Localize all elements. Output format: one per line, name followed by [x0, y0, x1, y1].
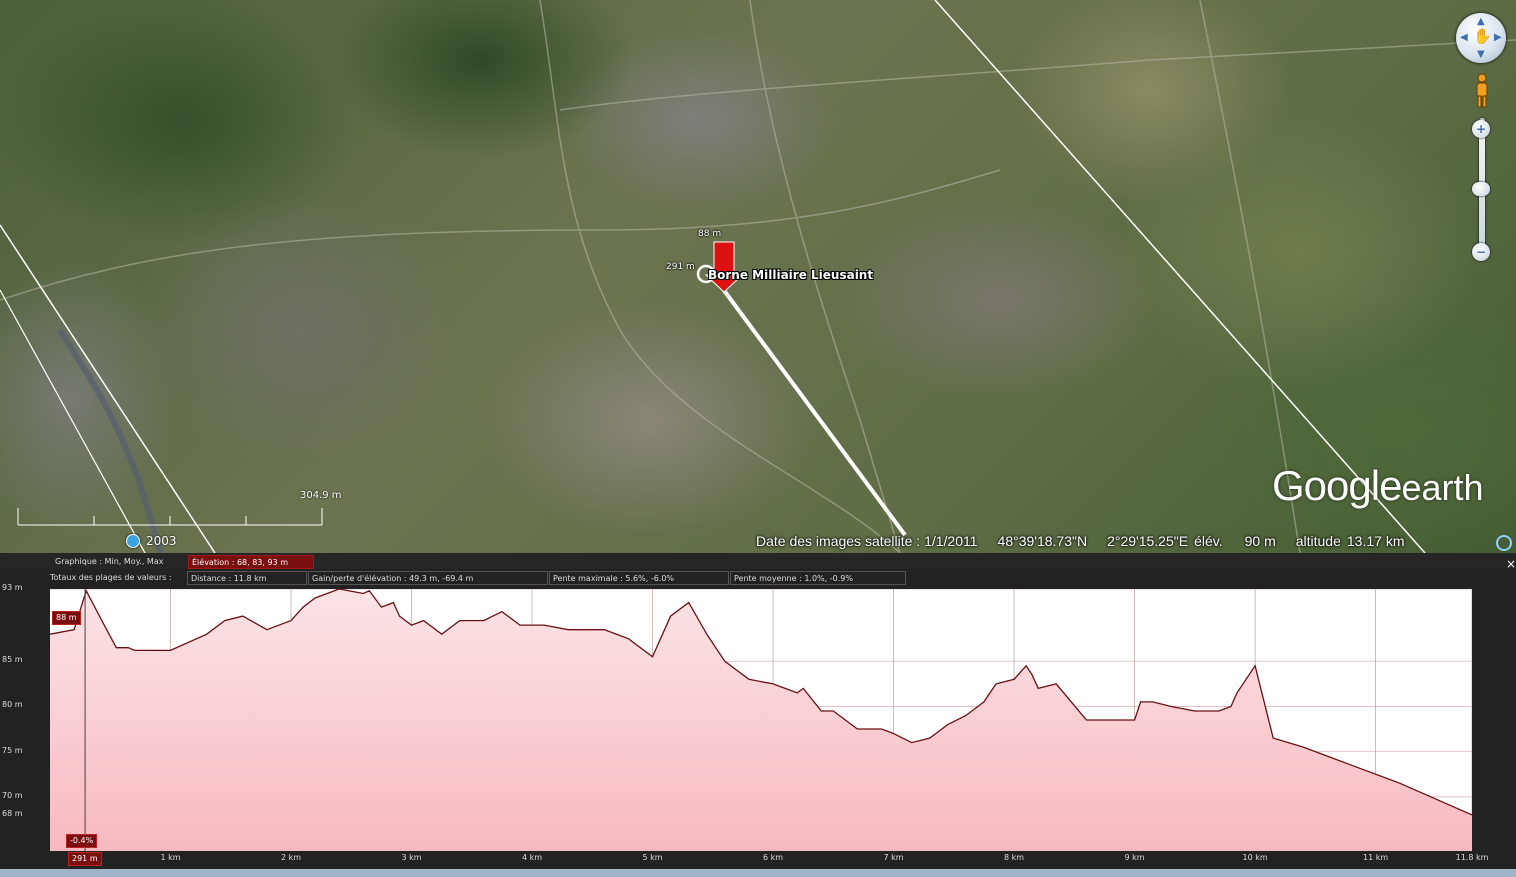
path-segment-highlight: [718, 283, 907, 537]
elevation-chart[interactable]: [50, 589, 1472, 851]
placemark-distance-label: 291 m: [666, 262, 695, 272]
placemark-name-label[interactable]: Borne Milliaire Lieusaint: [708, 268, 873, 282]
navigation-ring-icon[interactable]: ▲ ▼ ◀ ▶ ✋: [1456, 13, 1506, 63]
historical-imagery[interactable]: 2003: [126, 534, 177, 548]
y-tick-label: 70 m: [2, 790, 23, 800]
path-line: [0, 224, 216, 553]
placemark-elevation-label: 88 m: [698, 229, 722, 239]
elevation-gain-loss-box: Gain/perte d'élévation : 49.3 m, -69.4 m: [308, 571, 548, 585]
x-tick-label: 9 km: [1124, 853, 1145, 862]
x-tick-label: 4 km: [522, 853, 543, 862]
y-tick-label: 80 m: [2, 700, 23, 710]
elevation-range-button[interactable]: Élévation : 68, 83, 93 m: [188, 555, 314, 569]
close-icon[interactable]: ×: [1506, 557, 1516, 571]
cursor-slope-tag: -0.4%: [66, 834, 98, 848]
path-line: [0, 289, 146, 553]
y-tick-label: 68 m: [2, 808, 23, 818]
max-slope-box: Pente maximale : 5.6%, -6.0%: [549, 571, 729, 585]
latitude: 48°39'18.73"N: [997, 533, 1088, 549]
status-bar: Date des images satellite : 1/1/2011 48°3…: [756, 533, 1424, 549]
x-tick-label: 6 km: [763, 853, 784, 862]
longitude-and-elevation: 2°29'15.25"E élév. 90 m: [1107, 533, 1276, 549]
altitude: altitude 13.17 km: [1295, 533, 1405, 549]
clock-icon[interactable]: [126, 534, 140, 548]
x-tick-label: 3 km: [401, 853, 422, 862]
y-tick-label: 75 m: [2, 745, 23, 755]
y-tick-label: 93 m: [2, 583, 23, 592]
street-view-pegman-icon[interactable]: [1471, 73, 1493, 109]
google-earth-logo: Googleearth: [1272, 462, 1484, 509]
x-tick-label: 11.8 km: [1455, 853, 1489, 862]
x-tick-label: 11 km: [1363, 853, 1389, 862]
totals-label: Totaux des plages de valeurs :: [50, 573, 172, 582]
imagery-date: Date des images satellite : 1/1/2011: [756, 533, 978, 549]
cursor-distance-tag: 291 m: [68, 852, 102, 866]
x-tick-label: 1 km: [160, 853, 181, 862]
zoom-slider-thumb[interactable]: [1472, 182, 1490, 196]
zoom-in-button[interactable]: +: [1472, 120, 1490, 138]
taskbar-strip: [0, 869, 1516, 877]
scale-bar: [17, 508, 323, 526]
hand-pan-icon[interactable]: ✋: [1473, 27, 1492, 45]
cursor-elevation-tag: 88 m: [52, 611, 81, 625]
avg-slope-box: Pente moyenne : 1.0%, -0.9%: [730, 571, 906, 585]
satellite-map-view[interactable]: 88 m 291 m Borne Milliaire Lieusaint 304…: [0, 0, 1516, 553]
x-tick-label: 10 km: [1242, 853, 1268, 862]
distance-box: Distance : 11.8 km: [187, 571, 307, 585]
x-tick-label: 8 km: [1004, 853, 1025, 862]
y-tick-label: 85 m: [2, 655, 23, 665]
x-tick-label: 7 km: [883, 853, 904, 862]
streaming-status-icon: [1496, 535, 1512, 551]
x-tick-label: 5 km: [642, 853, 663, 862]
elevation-profile-panel: × Graphique : Min, Moy., Max Élévation :…: [0, 553, 1516, 877]
history-year: 2003: [146, 534, 177, 548]
graph-label: Graphique : Min, Moy., Max: [55, 557, 164, 566]
x-tick-label: 2 km: [280, 853, 302, 862]
placemark-pin-icon: [696, 241, 744, 293]
scale-label: 304.9 m: [300, 490, 342, 501]
zoom-out-button[interactable]: −: [1472, 243, 1490, 261]
